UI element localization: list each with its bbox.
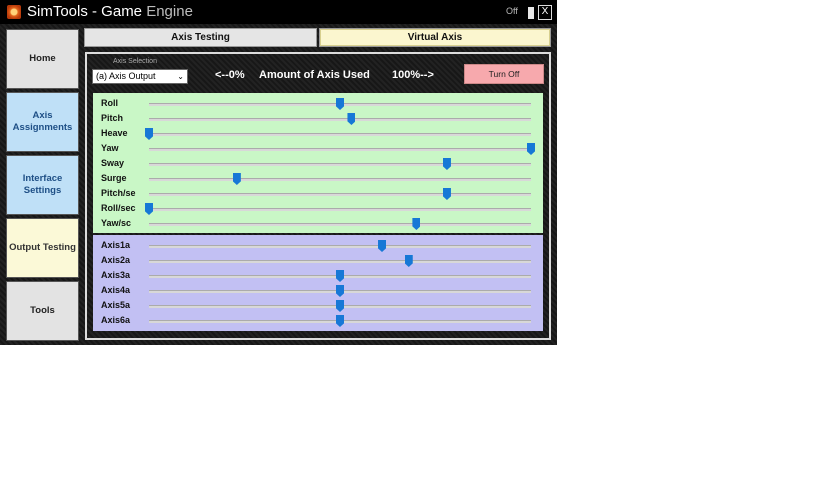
axis-slider-track[interactable] [149,270,531,282]
axis-slider-label: Axis5a [101,300,131,310]
axis-slider-thumb[interactable] [378,240,387,252]
axis-slider-thumb[interactable] [336,300,344,312]
axis-slider-label: Axis2a [101,255,131,265]
dof-slider-row: Yaw/sc [93,217,543,232]
dof-slider-label: Surge [101,173,127,183]
axis-slider-track[interactable] [149,315,531,327]
axis-slider-thumb[interactable] [336,315,344,327]
dof-slider-track[interactable] [149,143,535,155]
dof-slider-thumb[interactable] [442,188,451,200]
dof-slider-row: Roll/sec [93,202,543,217]
title-main: SimTools - Game [27,3,143,20]
axis-slider-row: Axis6a [93,314,543,329]
dof-slider-label: Sway [101,158,125,168]
dof-slider-row: Pitch/se [93,187,543,202]
dof-slider-label: Yaw/sc [101,218,132,228]
dof-slider-row: Yaw [93,142,543,157]
title-bar: SimTools - Game Engine Off X [0,0,557,24]
dof-slider-track[interactable] [149,188,531,200]
dof-slider-thumb[interactable] [145,203,153,215]
axis-slider-group: Axis1a Axis2a Axis3a Axis4a Axis5a Axis6a [93,235,543,331]
axis-slider-thumb[interactable] [336,285,344,297]
axis-slider-thumb[interactable] [336,270,344,282]
axis-slider-track[interactable] [149,255,531,267]
dof-slider-track[interactable] [149,98,531,110]
dof-slider-row: Roll [93,97,543,112]
simtools-logo-icon [7,5,21,19]
close-button[interactable]: X [538,5,552,20]
axis-selection-value: (a) Axis Output [96,71,156,81]
dof-slider-label: Roll/sec [101,203,136,213]
dof-slider-group: Roll Pitch Heave Yaw Sway Surge Pitch/se Roll/s… [93,93,543,233]
axis-selection-label: Axis Selection [113,58,157,65]
title-secondary: Engine [142,3,193,20]
dof-slider-track[interactable] [149,158,531,170]
min-percent-label: <--0% [215,69,245,81]
axis-slider-row: Axis4a [93,284,543,299]
turn-off-button[interactable]: Turn Off [464,64,544,84]
dof-slider-thumb[interactable] [527,143,535,155]
dof-slider-track[interactable] [149,218,531,230]
axis-slider-row: Axis1a [93,239,543,254]
sidebar-item-tools[interactable]: Tools [6,281,79,341]
sidebar-item-home[interactable]: Home [6,29,79,89]
sidebar-item-output-testing[interactable]: Output Testing [6,218,79,278]
window-title: SimTools - Game Engine [27,3,193,20]
dof-slider-label: Yaw [101,143,119,153]
off-label: Off [506,6,518,16]
axis-slider-row: Axis3a [93,269,543,284]
dof-slider-track[interactable] [149,173,531,185]
amount-axis-used-label: Amount of Axis Used [259,69,370,81]
axis-slider-row: Axis2a [93,254,543,269]
axis-selection-dropdown[interactable]: (a) Axis Output ⌄ [92,69,188,84]
axis-slider-label: Axis4a [101,285,131,295]
axis-slider-track[interactable] [149,285,531,297]
dof-slider-row: Heave [93,127,543,142]
dof-slider-row: Pitch [93,112,543,127]
dof-slider-label: Pitch/se [101,188,136,198]
axis-slider-row: Axis5a [93,299,543,314]
sidebar-item-interface-settings[interactable]: Interface Settings [6,155,79,215]
power-toggle[interactable] [528,7,534,19]
dof-slider-row: Sway [93,157,543,172]
tab-axis-testing[interactable]: Axis Testing [84,28,317,47]
dof-slider-thumb[interactable] [336,98,344,110]
app-window: SimTools - Game Engine Off X Home Axis A… [0,0,557,345]
axis-slider-track[interactable] [149,240,531,252]
dof-slider-label: Heave [101,128,128,138]
axis-slider-label: Axis1a [101,240,131,250]
dof-slider-label: Roll [101,98,118,108]
dof-slider-track[interactable] [145,128,531,140]
chevron-down-icon: ⌄ [177,72,184,81]
axis-slider-label: Axis3a [101,270,131,280]
dof-slider-thumb[interactable] [412,218,421,230]
axis-slider-track[interactable] [149,300,531,312]
tab-virtual-axis[interactable]: Virtual Axis [319,28,551,47]
axis-slider-thumb[interactable] [404,255,413,267]
dof-slider-row: Surge [93,172,543,187]
axis-slider-label: Axis6a [101,315,131,325]
dof-slider-thumb[interactable] [145,128,153,140]
dof-slider-thumb[interactable] [347,113,356,125]
dof-slider-thumb[interactable] [442,158,451,170]
dof-slider-track[interactable] [145,203,531,215]
max-percent-label: 100%--> [392,69,434,81]
dof-slider-thumb[interactable] [232,173,241,185]
sidebar-item-axis-assignments[interactable]: Axis Assignments [6,92,79,152]
dof-slider-track[interactable] [149,113,531,125]
dof-slider-label: Pitch [101,113,124,123]
